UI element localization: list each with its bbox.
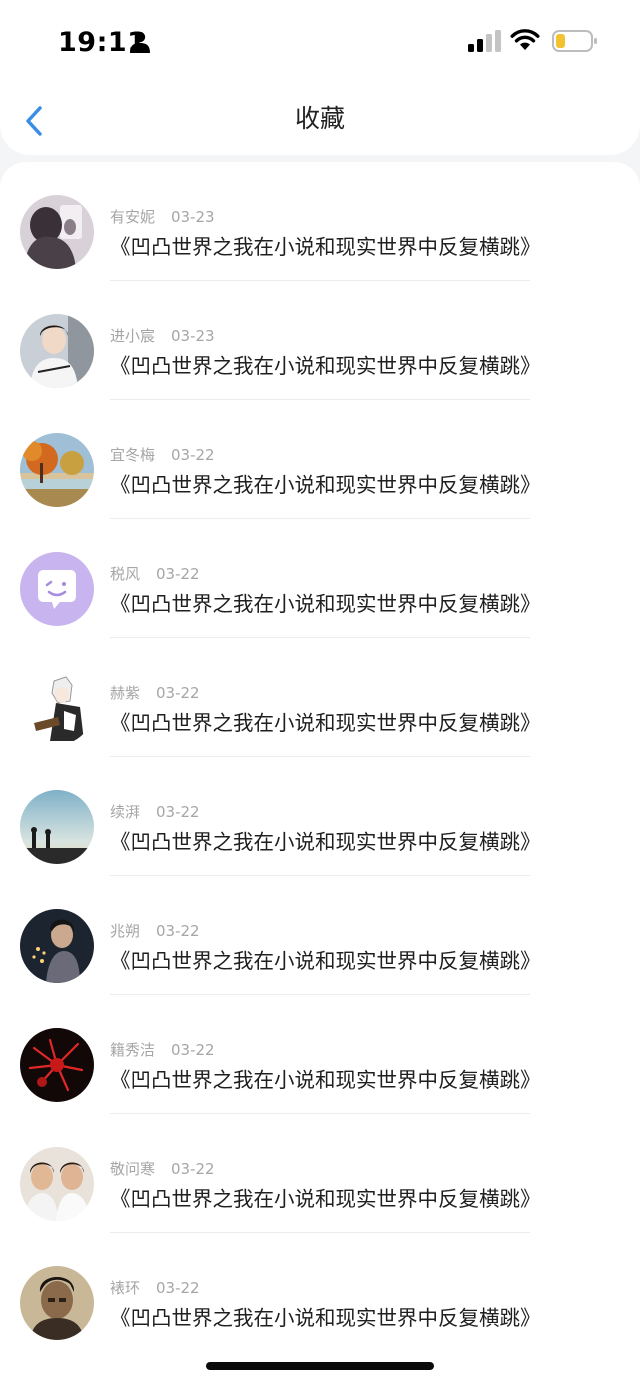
user-avatar[interactable] [20, 790, 94, 864]
item-meta: 籍秀洁 03-22 [110, 1039, 215, 1061]
item-date: 03-22 [171, 1160, 215, 1178]
favorites-list: 有安妮 03-23 《凹凸世界之我在小说和现实世界中反复横跳》 进小宸 03-23 … [0, 162, 640, 1385]
user-name: 税风 [110, 565, 141, 583]
list-item[interactable]: 籍秀洁 03-22 《凹凸世界之我在小说和现实世界中反复横跳》 [0, 995, 640, 1114]
item-title: 《凹凸世界之我在小说和现实世界中反复横跳》 [110, 473, 541, 497]
user-avatar[interactable] [20, 552, 94, 626]
user-name: 进小宸 [110, 327, 156, 345]
item-title: 《凹凸世界之我在小说和现实世界中反复横跳》 [110, 592, 541, 616]
user-name: 裱环 [110, 1279, 141, 1297]
user-avatar[interactable] [20, 1028, 94, 1102]
item-date: 03-22 [171, 1041, 215, 1059]
list-item[interactable]: 裱环 03-22 《凹凸世界之我在小说和现实世界中反复横跳》 [0, 1233, 640, 1352]
page-title: 收藏 [294, 104, 345, 133]
item-date: 03-22 [171, 446, 215, 464]
item-meta: 兆朔 03-22 [110, 920, 200, 942]
item-title: 《凹凸世界之我在小说和现实世界中反复横跳》 [110, 830, 541, 854]
user-name: 续湃 [110, 803, 141, 821]
item-title: 《凹凸世界之我在小说和现实世界中反复横跳》 [110, 949, 541, 973]
item-title: 《凹凸世界之我在小说和现实世界中反复横跳》 [110, 1068, 541, 1092]
item-title: 《凹凸世界之我在小说和现实世界中反复横跳》 [110, 354, 541, 378]
item-date: 03-23 [171, 208, 215, 226]
header: 19:11 收藏 [0, 0, 640, 155]
item-meta: 续湃 03-22 [110, 801, 200, 823]
user-name: 兆朔 [110, 922, 141, 940]
user-avatar[interactable] [20, 195, 94, 269]
list-item[interactable]: 兆朔 03-22 《凹凸世界之我在小说和现实世界中反复横跳》 [0, 876, 640, 995]
item-meta: 宜冬梅 03-22 [110, 444, 215, 466]
user-avatar[interactable] [20, 671, 94, 745]
wifi-icon [510, 29, 540, 50]
user-avatar[interactable] [20, 1266, 94, 1340]
list-item[interactable]: 敬问寒 03-22 《凹凸世界之我在小说和现实世界中反复横跳》 [0, 1114, 640, 1233]
list-item[interactable]: 税风 03-22 《凹凸世界之我在小说和现实世界中反复横跳》 [0, 519, 640, 638]
list-item[interactable]: 赫紫 03-22 《凹凸世界之我在小说和现实世界中反复横跳》 [0, 638, 640, 757]
item-title: 《凹凸世界之我在小说和现实世界中反复横跳》 [110, 235, 541, 259]
user-avatar[interactable] [20, 909, 94, 983]
list-item[interactable]: 宜冬梅 03-22 《凹凸世界之我在小说和现实世界中反复横跳》 [0, 400, 640, 519]
user-name: 有安妮 [110, 208, 156, 226]
user-name: 敬问寒 [110, 1160, 156, 1178]
item-meta: 有安妮 03-23 [110, 206, 215, 228]
person-icon [130, 31, 150, 53]
item-meta: 裱环 03-22 [110, 1277, 200, 1299]
item-meta: 敬问寒 03-22 [110, 1158, 215, 1180]
home-indicator[interactable] [206, 1362, 434, 1370]
item-title: 《凹凸世界之我在小说和现实世界中反复横跳》 [110, 1306, 541, 1330]
cellular-signal-icon [468, 30, 501, 52]
list-item[interactable]: 进小宸 03-23 《凹凸世界之我在小说和现实世界中反复横跳》 [0, 281, 640, 400]
item-meta: 进小宸 03-23 [110, 325, 215, 347]
user-avatar[interactable] [20, 314, 94, 388]
item-date: 03-22 [156, 803, 200, 821]
user-name: 宜冬梅 [110, 446, 156, 464]
user-name: 籍秀洁 [110, 1041, 156, 1059]
status-bar: 19:11 [0, 0, 640, 90]
battery-icon [552, 30, 597, 52]
user-name: 赫紫 [110, 684, 141, 702]
screen: 19:11 收藏 有安妮 03-23 《凹凸世界之我在小说和现实世界中反复横跳》… [0, 0, 640, 1385]
user-avatar[interactable] [20, 433, 94, 507]
item-date: 03-22 [156, 1279, 200, 1297]
item-date: 03-22 [156, 684, 200, 702]
item-meta: 赫紫 03-22 [110, 682, 200, 704]
item-date: 03-23 [171, 327, 215, 345]
item-date: 03-22 [156, 565, 200, 583]
item-title: 《凹凸世界之我在小说和现实世界中反复横跳》 [110, 711, 541, 735]
user-avatar[interactable] [20, 1147, 94, 1221]
item-meta: 税风 03-22 [110, 563, 200, 585]
item-date: 03-22 [156, 922, 200, 940]
list-item[interactable]: 有安妮 03-23 《凹凸世界之我在小说和现实世界中反复横跳》 [0, 162, 640, 281]
list-item[interactable]: 续湃 03-22 《凹凸世界之我在小说和现实世界中反复横跳》 [0, 757, 640, 876]
item-title: 《凹凸世界之我在小说和现实世界中反复横跳》 [110, 1187, 541, 1211]
nav-bar: 收藏 [0, 90, 640, 152]
